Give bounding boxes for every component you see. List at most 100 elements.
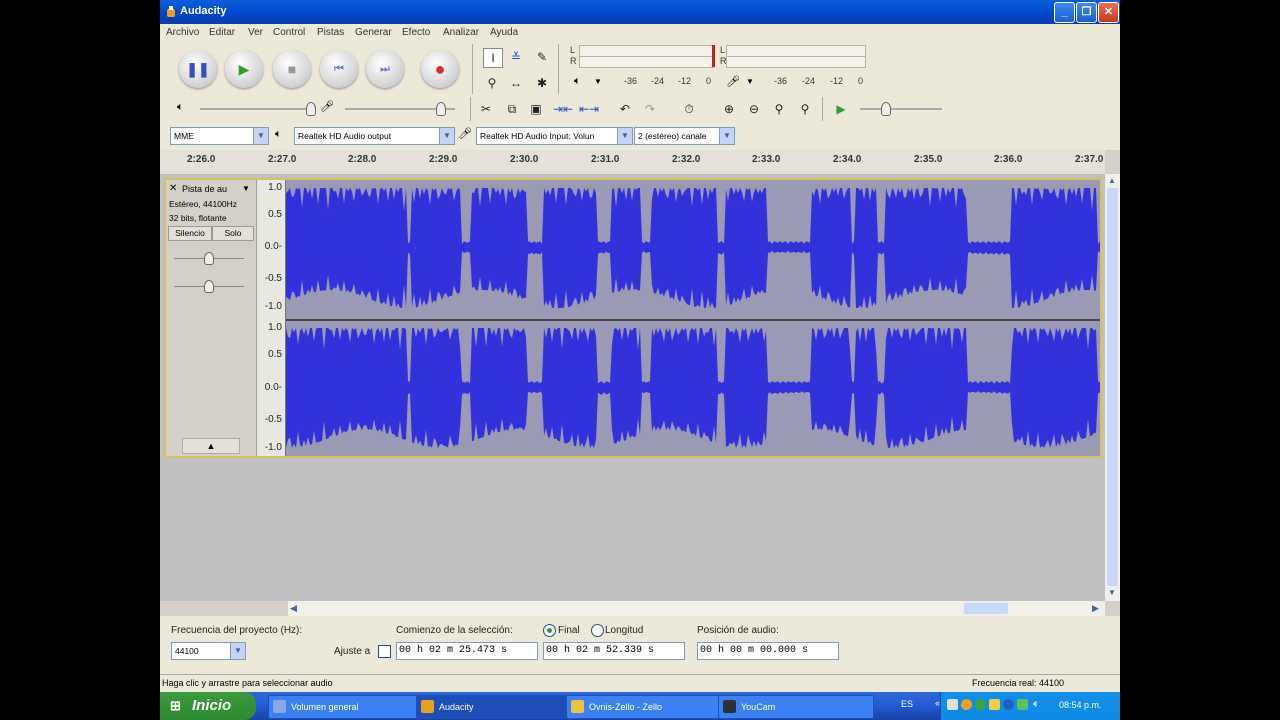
gain-thumb[interactable] [204,252,214,265]
channels-select[interactable]: 2 (estéreo) canale ▼ [634,127,735,145]
record-meter-dropdown[interactable]: ▼ [746,77,754,86]
selection-tool[interactable]: I [483,48,503,68]
audacity-window: Audacity _ ❐ ✕ Archivo Editar Ver Contro… [160,0,1120,720]
pan-thumb[interactable] [204,280,214,293]
pause-button[interactable]: ❚❚ [179,50,217,88]
taskbar-item-youcam[interactable]: YouCam [718,695,874,719]
chevron-down-icon[interactable]: ▼ [242,184,250,193]
track-name-menu[interactable]: Pista de au [182,184,227,194]
waveform[interactable] [286,180,1100,456]
taskbar-item-audacity[interactable]: Audacity [416,695,582,719]
fit-project-button[interactable]: ⚲ [796,100,814,118]
skip-start-button[interactable]: ⏮ [320,50,358,88]
selection-end-field[interactable]: 00 h 02 m 52.339 s [543,642,685,660]
playback-meter-dropdown[interactable]: ▼ [594,77,602,86]
play-speed-slider[interactable] [860,108,942,110]
menu-ayuda[interactable]: Ayuda [490,27,518,38]
windows-taskbar: ⊞ Inicio Volumen general Audacity Ovnis-… [160,692,1120,720]
output-device-select[interactable]: Realtek HD Audio output ▼ [294,127,455,145]
play-at-speed-button[interactable]: ▶ [832,100,850,118]
system-tray: ES « 🔈︎ 08:54 p.m. [901,692,1120,720]
close-button[interactable]: ✕ [1098,2,1119,23]
timeshift-tool[interactable]: ↔ [507,74,525,92]
taskbar-item-label: Volumen general [291,702,359,712]
silence-button[interactable]: ⇤⇥ [579,100,599,118]
fit-selection-button[interactable]: ⚲ [770,100,788,118]
play-button[interactable]: ▶ [225,50,263,88]
audio-position-field[interactable]: 00 h 00 m 00.000 s [697,642,839,660]
scroll-left-icon[interactable]: ◀ [290,603,297,614]
track-close-icon[interactable]: ✕ [169,183,177,194]
output-volume-thumb[interactable] [306,102,316,116]
output-volume-slider[interactable] [200,108,310,110]
host-select[interactable]: MME ▼ [170,127,269,145]
scale-label: -1.0 [264,442,282,453]
tray-app-icon[interactable] [975,699,986,710]
scroll-right-icon[interactable]: ▶ [1092,603,1099,614]
solo-button[interactable]: Solo [212,226,254,241]
language-indicator[interactable]: ES [901,699,913,709]
taskbar-item-volume[interactable]: Volumen general [268,695,418,719]
playback-meter-right-label: R [570,56,577,66]
tray-app-icon[interactable] [1017,699,1028,710]
tray-expand-icon[interactable]: « [935,698,940,708]
selection-start-field[interactable]: 00 h 02 m 25.473 s [396,642,538,660]
play-speed-thumb[interactable] [881,102,891,116]
redo-icon: ↷ [644,102,656,116]
vertical-scroll-thumb[interactable] [1107,188,1118,586]
menu-generar[interactable]: Generar [355,27,392,38]
input-device-select[interactable]: Realtek HD Audio Input: Volun ▼ [476,127,633,145]
horizontal-scroll-thumb[interactable] [964,603,1008,614]
collapse-track-button[interactable]: ▲ [182,438,240,454]
start-button[interactable]: ⊞ Inicio [160,692,256,720]
input-volume-thumb[interactable] [436,102,446,116]
multi-tool[interactable]: ✱ [533,74,551,92]
menu-control[interactable]: Control [273,27,305,38]
taskbar-item-zello[interactable]: Ovnis-Zello - Zello [566,695,730,719]
record-scale-12: -12 [830,76,844,86]
menu-editar[interactable]: Editar [209,27,235,38]
menu-analizar[interactable]: Analizar [443,27,479,38]
zoom-in-button[interactable]: ⊕ [720,100,738,118]
length-radio[interactable] [591,624,604,637]
scale-label: -0.5 [264,414,282,425]
trim-button[interactable]: ⇥⇤ [553,100,573,118]
sync-lock-button[interactable]: ⏱ [680,100,698,118]
horizontal-scrollbar[interactable]: ◀ ▶ [288,601,1105,616]
maximize-button[interactable]: ❐ [1076,2,1097,23]
vertical-scrollbar[interactable]: ▲ ▼ [1105,174,1120,601]
draw-tool[interactable]: ✎ [533,48,551,66]
undo-button[interactable]: ↶ [616,100,634,118]
tray-app-icon[interactable] [947,699,958,710]
redo-button[interactable]: ↷ [641,100,659,118]
copy-button[interactable]: ⧉ [503,100,521,118]
paste-button[interactable]: ▣ [527,100,545,118]
snap-to-checkbox[interactable] [378,645,391,658]
menu-pistas[interactable]: Pistas [317,27,344,38]
scroll-up-icon[interactable]: ▲ [1108,176,1116,185]
status-bar: Haga clic y arrastre para seleccionar au… [160,674,1120,693]
project-rate-select[interactable]: 44100 ▼ [171,642,246,660]
tray-app-icon[interactable] [989,699,1000,710]
menu-archivo[interactable]: Archivo [166,27,199,38]
skip-end-button[interactable]: ⏭ [366,50,404,88]
timeline-ruler[interactable]: 2:26.0 2:27.0 2:28.0 2:29.0 2:30.0 2:31.… [160,150,1105,175]
end-radio[interactable] [543,624,556,637]
volume-tray-icon[interactable]: 🔈︎ [1033,698,1040,711]
stop-button[interactable]: ■ [273,50,311,88]
envelope-tool[interactable]: ≚ [507,48,525,66]
zoom-out-button[interactable]: ⊖ [745,100,763,118]
audio-track[interactable]: ✕ Pista de au ▼ Estéreo, 44100Hz 32 bits… [164,178,1102,458]
output-device-icon: 🔈︎ [275,128,282,140]
cut-button[interactable]: ✂ [477,100,495,118]
taskbar-item-label: YouCam [741,702,776,712]
menu-efecto[interactable]: Efecto [402,27,430,38]
menu-ver[interactable]: Ver [248,27,263,38]
tray-app-icon[interactable] [961,699,972,710]
tray-app-icon[interactable] [1003,699,1014,710]
scroll-down-icon[interactable]: ▼ [1108,588,1116,597]
minimize-button[interactable]: _ [1054,2,1075,23]
mute-button[interactable]: Silencio [168,226,212,241]
record-button[interactable]: ● [421,50,459,88]
zoom-tool[interactable]: ⚲ [483,74,501,92]
